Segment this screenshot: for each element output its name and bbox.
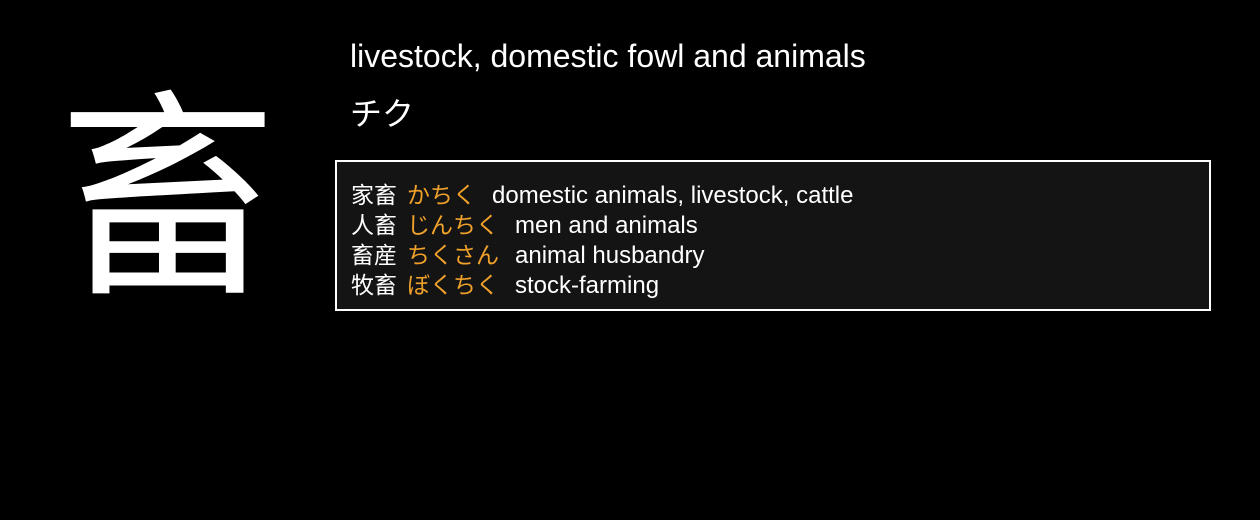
- vocabulary-kana: かちく: [407, 183, 476, 209]
- vocabulary-kana: ぼくちく: [407, 273, 499, 299]
- vocabulary-kana: じんちく: [407, 213, 499, 239]
- vocabulary-kana: ちくさん: [407, 243, 499, 269]
- vocabulary-word: 畜産: [351, 243, 397, 269]
- vocabulary-item: 人畜 じんちく men and animals: [351, 210, 853, 240]
- vocabulary-gloss: men and animals: [515, 212, 698, 239]
- vocabulary-word: 人畜: [351, 213, 397, 239]
- vocabulary-word: 家畜: [351, 183, 397, 209]
- vocabulary-item: 牧畜 ぼくちく stock-farming: [351, 270, 853, 300]
- kanji-meaning: livestock, domestic fowl and animals: [350, 38, 866, 74]
- vocabulary-item: 家畜 かちく domestic animals, livestock, cattle: [351, 180, 853, 210]
- vocabulary-gloss: stock-farming: [515, 272, 660, 299]
- kanji-character: 畜: [58, 72, 279, 328]
- vocabulary-word: 牧畜: [351, 273, 397, 299]
- vocabulary-box: 家畜 かちく domestic animals, livestock, cattle…: [335, 160, 1211, 311]
- vocabulary-list: 家畜 かちく domestic animals, livestock, cattle…: [351, 180, 853, 300]
- vocabulary-gloss: domestic animals, livestock, cattle: [492, 182, 854, 209]
- kanji-reading: チク: [350, 95, 415, 133]
- vocabulary-item: 畜産 ちくさん animal husbandry: [351, 240, 853, 270]
- vocabulary-gloss: animal husbandry: [515, 242, 705, 269]
